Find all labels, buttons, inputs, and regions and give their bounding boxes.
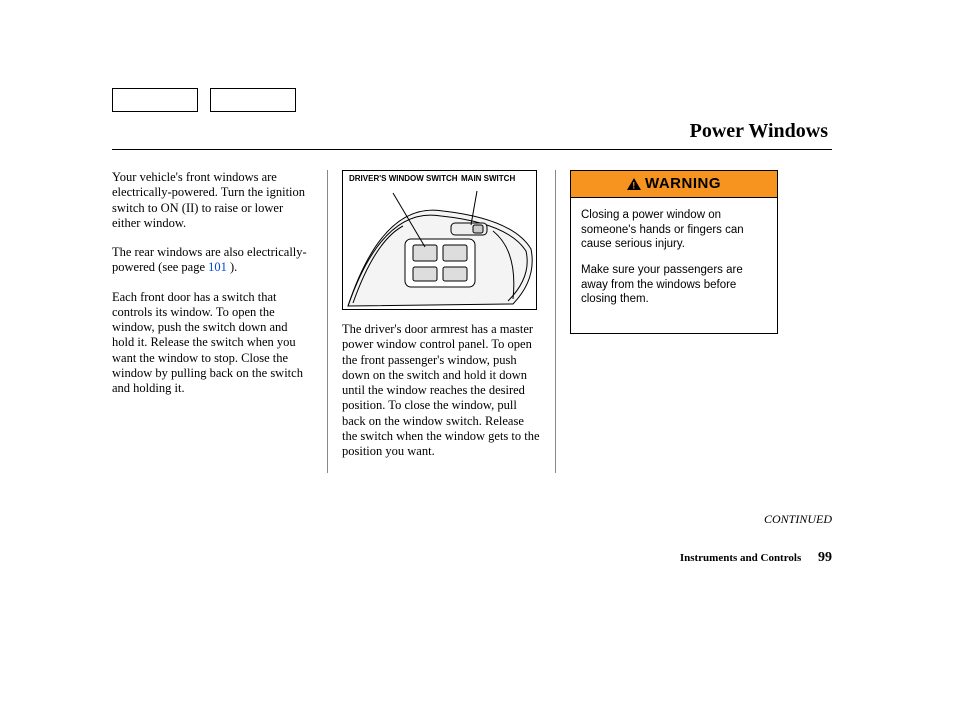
body-text: The driver's door armrest has a master p… bbox=[342, 322, 541, 459]
warning-label: WARNING bbox=[645, 175, 721, 193]
page-link-101[interactable]: 101 bbox=[208, 260, 227, 274]
page-number: 99 bbox=[818, 550, 832, 565]
pdf-nav-boxes bbox=[112, 88, 296, 112]
warning-header: ! WARNING bbox=[571, 171, 777, 198]
column-3: ! WARNING Closing a power window on some… bbox=[555, 170, 777, 473]
warning-body: Closing a power window on someone's hand… bbox=[571, 198, 777, 332]
page-header: Power Windows bbox=[112, 120, 832, 150]
continued-label: CONTINUED bbox=[764, 512, 832, 527]
warning-text: Closing a power window on someone's hand… bbox=[581, 208, 767, 251]
body-text: Each front door has a switch that contro… bbox=[112, 290, 311, 397]
columns: Your vehicle's front windows are electri… bbox=[112, 170, 832, 473]
page-title: Power Windows bbox=[112, 120, 832, 143]
column-2: DRIVER'S WINDOW SWITCH MAIN SWITCH bbox=[327, 170, 555, 473]
armrest-diagram: DRIVER'S WINDOW SWITCH MAIN SWITCH bbox=[342, 170, 537, 310]
body-text: The rear windows are also electrically-p… bbox=[112, 245, 311, 276]
warning-triangle-icon: ! bbox=[627, 178, 641, 190]
nav-next-box[interactable] bbox=[210, 88, 296, 112]
svg-text:!: ! bbox=[632, 181, 636, 191]
column-1: Your vehicle's front windows are electri… bbox=[112, 170, 327, 473]
armrest-svg bbox=[343, 171, 538, 311]
warning-box: ! WARNING Closing a power window on some… bbox=[570, 170, 778, 334]
page-footer: Instruments and Controls 99 bbox=[680, 550, 832, 566]
warning-text: Make sure your passengers are away from … bbox=[581, 263, 767, 306]
section-name: Instruments and Controls bbox=[680, 552, 801, 564]
nav-prev-box[interactable] bbox=[112, 88, 198, 112]
body-text: Your vehicle's front windows are electri… bbox=[112, 170, 311, 231]
